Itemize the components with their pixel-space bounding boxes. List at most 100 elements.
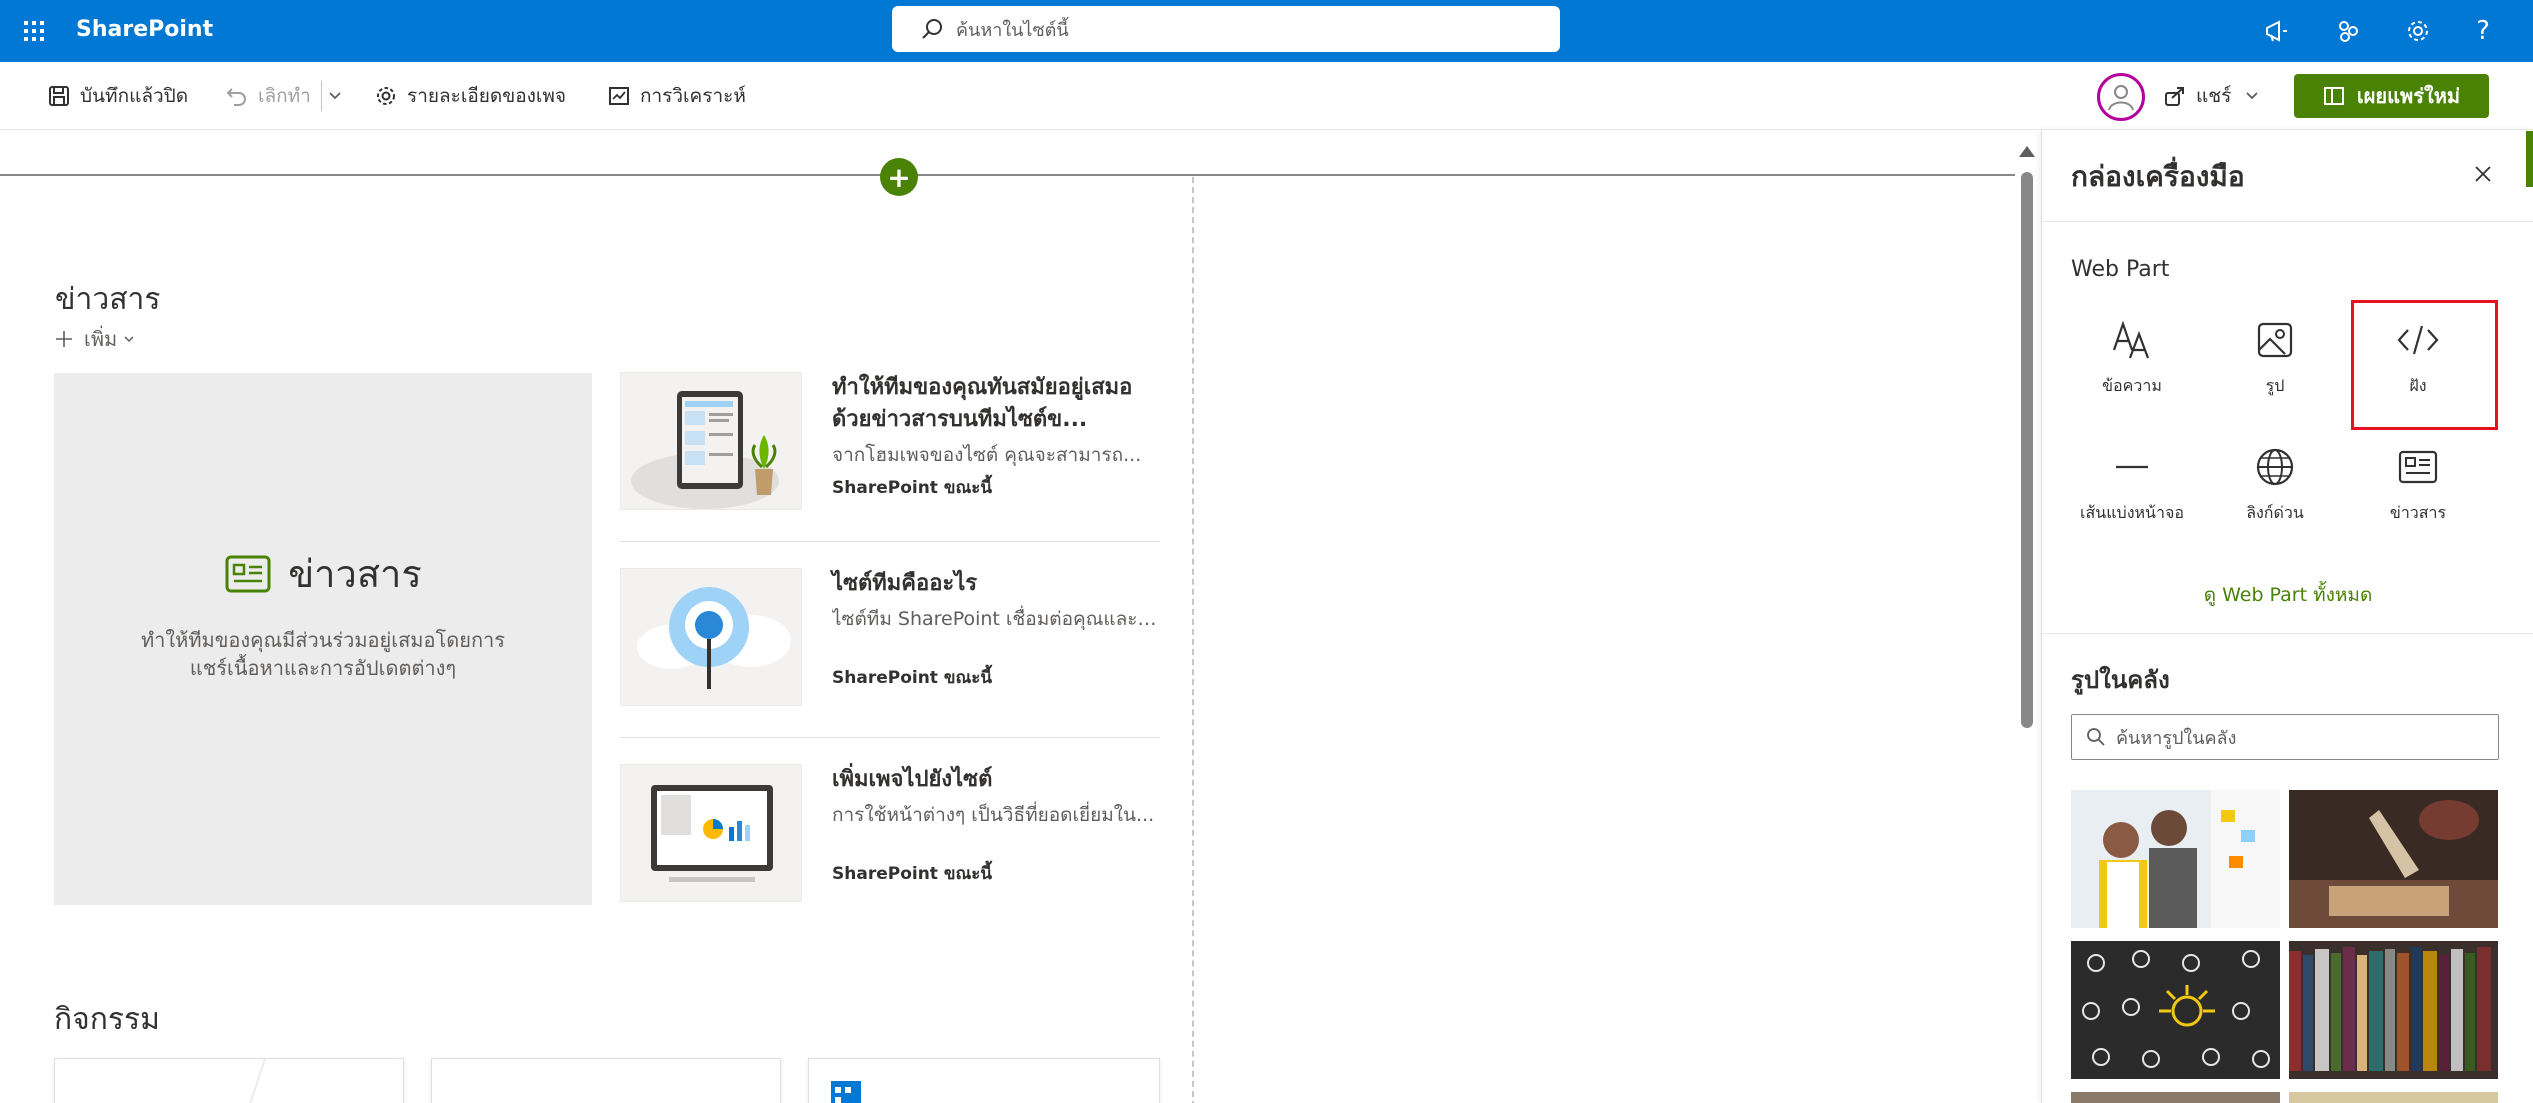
discard-button[interactable]: เลิกทำ xyxy=(226,80,352,112)
brand-name[interactable]: SharePoint xyxy=(76,14,213,46)
stock-images-label: รูปในคลัง xyxy=(2071,666,2170,694)
news-item-description: ไซต์ทีม SharePoint เชื่อมต่อคุณและที... xyxy=(832,608,1162,630)
stock-image-lightbulbs[interactable] xyxy=(2071,941,2280,1079)
news-item-meta: SharePoint ขณะนี้ xyxy=(832,478,992,498)
suite-bar: SharePoint ค้นหาในไซต์นี้ ? xyxy=(0,0,2533,62)
scroll-up-arrow[interactable] xyxy=(2019,146,2035,157)
see-all-webparts-link[interactable]: ดู Web Part ทั้งหมด xyxy=(2042,580,2533,610)
webpart-tile-label: ลิงก์ด่วน xyxy=(2246,503,2304,522)
column-divider xyxy=(1192,177,1194,1103)
toolbox-divider xyxy=(2042,633,2533,634)
gear-icon[interactable] xyxy=(2398,11,2438,51)
news-item-text: เพิ่มเพจไปยังไซต์ การใช้หน้าต่างๆ เป็นวิ… xyxy=(832,764,1162,887)
toolbox-scroll-indicator xyxy=(2526,131,2533,187)
add-news-button[interactable]: เพิ่ม xyxy=(54,323,135,355)
chevron-down-icon[interactable] xyxy=(328,89,342,103)
add-section-button[interactable]: + xyxy=(880,158,918,196)
stock-image-paintbrush[interactable] xyxy=(2289,790,2498,928)
save-and-close-label: บันทึกแล้วปิด xyxy=(80,85,189,107)
webpart-tile-label: ข้อความ xyxy=(2102,376,2162,395)
webpart-tile-label: เส้นแบ่งหน้าจอ xyxy=(2080,503,2184,522)
stock-image-search-input[interactable]: ค้นหารูปในคลัง xyxy=(2071,714,2499,760)
news-item-headline[interactable]: ทำให้ทีมของคุณทันสมัยอยู่เสมอด้วยข่าวสาร… xyxy=(832,372,1162,436)
news-icon xyxy=(2397,439,2439,495)
page-canvas: + ข่าวสาร เพิ่ม ข่าวสาร ทำให้ทีมของคุณมี… xyxy=(0,130,2040,1103)
save-icon xyxy=(49,86,69,106)
site-search-input[interactable]: ค้นหาในไซต์นี้ xyxy=(892,6,1560,52)
share-icon xyxy=(2165,87,2184,106)
news-thumbnail-lightbulb xyxy=(620,568,802,706)
stock-image-partial[interactable] xyxy=(2289,1092,2498,1103)
plus-icon xyxy=(56,331,72,347)
discard-label: เลิกทำ xyxy=(258,85,311,107)
scrollbar-thumb[interactable] xyxy=(2021,172,2033,728)
event-card[interactable] xyxy=(808,1058,1160,1103)
news-section-title[interactable]: ข่าวสาร xyxy=(55,276,160,323)
event-card[interactable] xyxy=(54,1058,404,1103)
stock-search-placeholder: ค้นหารูปในคลัง xyxy=(2116,727,2237,749)
toolbox-divider xyxy=(2042,221,2533,222)
news-item-headline[interactable]: ไซต์ทีมคืออะไร xyxy=(832,568,1162,600)
undo-icon xyxy=(226,88,246,106)
news-hero-description: ทำให้ทีมของคุณมีส่วนร่วมอยู่เสมอโดยการแช… xyxy=(140,628,506,680)
search-placeholder: ค้นหาในไซต์นี้ xyxy=(956,19,1069,41)
toolbox-panel: กล่องเครื่องมือ Web Part ข้อความ รูป ฝัง… xyxy=(2041,130,2533,1103)
webpart-tile-news[interactable]: ข่าวสาร xyxy=(2347,425,2489,549)
news-item-description: การใช้หน้าต่างๆ เป็นวิธีที่ยอดเยี่ยมใน..… xyxy=(832,804,1155,826)
close-icon xyxy=(2475,166,2491,182)
news-thumbnail-tablet xyxy=(620,372,802,510)
calendar-icon xyxy=(831,1081,861,1103)
analytics-button[interactable]: การวิเคราะห์ xyxy=(608,80,746,112)
webpart-tile-label: รูป xyxy=(2265,376,2285,395)
chevron-down-icon xyxy=(124,336,134,343)
help-icon[interactable]: ? xyxy=(2463,11,2503,51)
news-item[interactable]: ไซต์ทีมคืออะไร ไซต์ทีม SharePoint เชื่อม… xyxy=(620,568,1162,708)
news-item-text: ไซต์ทีมคืออะไร ไซต์ทีม SharePoint เชื่อม… xyxy=(832,568,1162,691)
stock-image-people-whiteboard[interactable] xyxy=(2071,790,2280,928)
analytics-label: การวิเคราะห์ xyxy=(640,85,746,107)
gear-icon xyxy=(377,87,395,105)
globe-icon xyxy=(2254,439,2296,495)
add-news-label: เพิ่ม xyxy=(84,327,118,351)
person-icon xyxy=(2108,85,2134,111)
news-item-headline[interactable]: เพิ่มเพจไปยังไซต์ xyxy=(832,764,1162,796)
page-details-button[interactable]: รายละเอียดของเพจ xyxy=(375,80,566,112)
toolbox-title: กล่องเครื่องมือ xyxy=(2071,160,2245,193)
stock-image-bookshelf[interactable] xyxy=(2289,941,2498,1079)
news-icon xyxy=(225,555,271,592)
avatar[interactable] xyxy=(2097,73,2145,121)
news-item-meta: SharePoint ขณะนี้ xyxy=(832,864,992,884)
analytics-icon xyxy=(609,87,629,105)
news-item[interactable]: เพิ่มเพจไปยังไซต์ การใช้หน้าต่างๆ เป็นวิ… xyxy=(620,764,1160,904)
app-launcher-icon[interactable] xyxy=(14,11,54,51)
share-button[interactable]: แชร์ xyxy=(2164,80,2269,112)
close-toolbox-button[interactable] xyxy=(2463,154,2503,194)
news-hero-placeholder[interactable]: ข่าวสาร ทำให้ทีมของคุณมีส่วนร่วมอยู่เสมอ… xyxy=(54,373,592,905)
events-section-title[interactable]: กิจกรรม xyxy=(54,996,160,1043)
megaphone-icon[interactable] xyxy=(2256,11,2296,51)
sharepoint-app-icon[interactable] xyxy=(2328,11,2368,51)
webpart-section-label: Web Part xyxy=(2071,257,2170,282)
chevron-down-icon xyxy=(2246,92,2258,100)
republish-button[interactable]: เผยแพร่ใหม่ xyxy=(2294,74,2489,118)
save-and-close-button[interactable]: บันทึกแล้วปิด xyxy=(48,80,188,112)
news-separator xyxy=(620,541,1160,542)
webpart-tile-text[interactable]: ข้อความ xyxy=(2061,298,2203,422)
divider-icon xyxy=(2112,439,2152,495)
command-bar: บันทึกแล้วปิด เลิกทำ รายละเอียดของเพจ กา… xyxy=(0,62,2533,180)
search-icon xyxy=(922,19,942,39)
page-details-label: รายละเอียดของเพจ xyxy=(407,85,567,107)
stock-image-partial[interactable] xyxy=(2071,1092,2280,1103)
news-item[interactable]: ทำให้ทีมของคุณทันสมัยอยู่เสมอด้วยข่าวสาร… xyxy=(620,372,1160,512)
news-item-meta: SharePoint ขณะนี้ xyxy=(832,668,992,688)
webpart-tile-divider[interactable]: เส้นแบ่งหน้าจอ xyxy=(2061,425,2203,549)
event-card[interactable] xyxy=(431,1058,781,1103)
news-hero-heading: ข่าวสาร xyxy=(54,543,592,604)
share-label: แชร์ xyxy=(2196,85,2232,107)
webpart-tile-image[interactable]: รูป xyxy=(2204,298,2346,422)
embed-highlight-box xyxy=(2351,300,2498,430)
text-icon xyxy=(2110,312,2154,368)
publish-icon xyxy=(2323,87,2344,105)
news-thumbnail-monitor xyxy=(620,764,802,902)
webpart-tile-quick-links[interactable]: ลิงก์ด่วน xyxy=(2204,425,2346,549)
